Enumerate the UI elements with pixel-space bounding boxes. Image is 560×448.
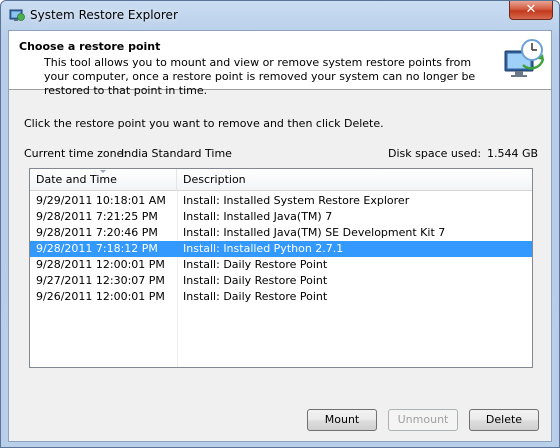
row-description: Install: Daily Restore Point <box>183 258 328 271</box>
disk-space-label: Disk space used: <box>388 147 482 160</box>
row-date: 9/28/2011 12:00:01 PM <box>36 258 165 271</box>
header-panel: Choose a restore point This tool allows … <box>9 31 551 97</box>
row-date: 9/27/2011 12:30:07 PM <box>36 274 165 287</box>
row-date: 9/29/2011 10:18:01 AM <box>36 194 166 207</box>
header-title: Choose a restore point <box>19 40 161 53</box>
timezone-value: India Standard Time <box>121 147 232 160</box>
app-icon <box>9 9 25 21</box>
sort-descending-icon <box>100 170 106 173</box>
dialog-body: Choose a restore point This tool allows … <box>8 30 552 442</box>
window-title: System Restore Explorer <box>30 8 178 22</box>
mount-button[interactable]: Mount <box>307 409 377 431</box>
unmount-button[interactable]: Unmount <box>388 409 458 431</box>
row-date: 9/28/2011 7:21:25 PM <box>36 210 158 223</box>
table-row[interactable]: 9/28/2011 7:18:12 PM Install: Installed … <box>30 241 532 257</box>
timezone-label: Current time zone: <box>24 147 128 160</box>
row-date: 9/28/2011 7:20:46 PM <box>36 226 158 239</box>
column-header-date[interactable]: Date and Time <box>30 169 177 191</box>
system-restore-icon <box>504 39 545 77</box>
row-description: Install: Installed System Restore Explor… <box>183 194 410 207</box>
row-description: Install: Installed Java(TM) SE Developme… <box>183 226 446 239</box>
list-header: Date and Time Description <box>30 169 532 191</box>
row-description: Install: Daily Restore Point <box>183 290 328 303</box>
table-row[interactable]: 9/29/2011 10:18:01 AM Install: Installed… <box>30 193 532 209</box>
table-row[interactable]: 9/28/2011 7:20:46 PM Install: Installed … <box>30 225 532 241</box>
row-description: Install: Installed Java(TM) 7 <box>183 210 333 223</box>
close-button[interactable]: ✕ <box>509 1 553 20</box>
disk-space-value: 1.544 GB <box>487 147 539 160</box>
close-icon: ✕ <box>525 2 537 17</box>
row-description: Install: Daily Restore Point <box>183 274 328 287</box>
table-row[interactable]: 9/26/2011 12:00:01 PM Install: Daily Res… <box>30 289 532 305</box>
row-date: 9/28/2011 7:18:12 PM <box>36 242 158 255</box>
row-date: 9/26/2011 12:00:01 PM <box>36 290 165 303</box>
restore-point-list[interactable]: Date and Time Description 9/29/2011 10:1… <box>29 168 533 368</box>
title-bar[interactable]: System Restore Explorer ✕ <box>1 1 559 29</box>
app-window: System Restore Explorer ✕ Choose a resto… <box>0 0 560 448</box>
header-description: This tool allows you to mount and view o… <box>44 56 476 97</box>
table-row[interactable]: 9/28/2011 12:00:01 PM Install: Daily Res… <box>30 257 532 273</box>
column-header-description[interactable]: Description <box>177 169 532 191</box>
column-header-description-label: Description <box>183 173 246 186</box>
row-description: Install: Installed Python 2.7.1 <box>183 242 344 255</box>
delete-button[interactable]: Delete <box>469 409 539 431</box>
instruction-text: Click the restore point you want to remo… <box>24 117 384 130</box>
column-header-date-label: Date and Time <box>36 173 117 186</box>
table-row[interactable]: 9/28/2011 7:21:25 PM Install: Installed … <box>30 209 532 225</box>
table-row[interactable]: 9/27/2011 12:30:07 PM Install: Daily Res… <box>30 273 532 289</box>
